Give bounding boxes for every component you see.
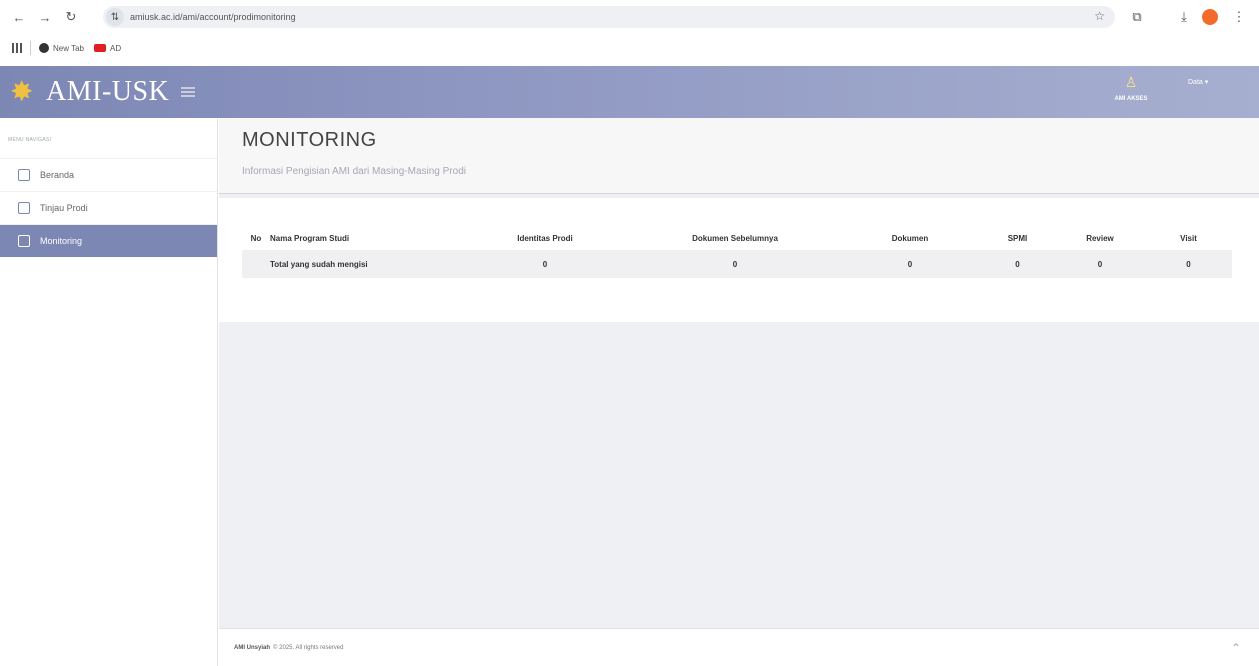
sidebar-item-label: Tinjau Prodi [40,203,88,213]
monitor-icon [18,235,30,247]
url-text[interactable]: amiusk.ac.id/ami/account/prodimonitoring [130,12,296,22]
user-access-button[interactable]: ♙ AMI AKSES [1106,74,1156,102]
table-cell: 0 [1055,250,1145,278]
bookmarks-bar: New Tab AD [0,34,1259,62]
table-cell: Total yang sudah mengisi [270,250,460,278]
monitoring-card: No Nama Program Studi Identitas Prodi Do… [219,198,1259,322]
profile-avatar[interactable] [1199,6,1221,28]
table-row: Total yang sudah mengisi 0 0 0 0 0 0 [242,250,1232,278]
bookmark-new-tab[interactable]: New Tab [39,43,84,53]
scroll-top-icon[interactable]: ⌃ [1231,641,1241,655]
table-cell: 0 [840,250,980,278]
sidebar-item-label: Monitoring [40,236,83,246]
table-cell [242,250,270,278]
browser-toolbar: ← → ↻ ⇅ amiusk.ac.id/ami/account/prodimo… [0,0,1259,34]
bookmark-label: New Tab [53,43,84,53]
table-cell: 0 [980,250,1055,278]
table-cell: 0 [460,250,630,278]
user-menu-label: Data [1188,79,1203,86]
user-access-label: AMI AKSES [1114,96,1148,102]
bookmark-label: AD [109,43,122,53]
download-icon[interactable]: ⤓ [1173,6,1195,28]
address-bar[interactable]: ⇅ amiusk.ac.id/ami/account/prodimonitori… [103,6,1115,28]
sidebar-toggle-icon[interactable] [181,87,196,97]
reload-icon[interactable]: ↻ [60,6,82,28]
main-content: MONITORING Informasi Pengisian AMI dari … [219,118,1259,628]
bookmark-ad[interactable]: AD [93,43,122,53]
column-header: Identitas Prodi [517,233,573,243]
apps-grid-icon[interactable] [12,43,22,53]
table-cell: 0 [630,250,840,278]
app-header: ✸ AMI-USK ♙ AMI AKSES Data ▾ [0,66,1259,118]
site-info-icon[interactable]: ⇅ [106,8,124,26]
user-menu-dropdown[interactable]: Data ▾ [1188,78,1208,86]
sidebar-item-tinjau-prodi[interactable]: Tinjau Prodi [0,191,217,224]
footer-copyright: © 2025. All rights reserved [273,644,344,651]
user-icon: ♙ [1124,74,1138,90]
sidebar-item-beranda[interactable]: Beranda [0,158,217,191]
table-cell: 0 [1145,250,1232,278]
column-header: Dokumen Sebelumnya [692,233,778,243]
sidebar-heading: MENU NAVIGASI [8,137,52,143]
back-icon[interactable]: ← [8,6,30,28]
page-header: MONITORING Informasi Pengisian AMI dari … [219,118,1259,194]
monitoring-table: No Nama Program Studi Identitas Prodi Do… [242,226,1232,278]
sidebar-item-label: Beranda [40,170,75,180]
table-header-row: No Nama Program Studi Identitas Prodi Do… [242,226,1232,250]
column-header: Dokumen [891,233,929,243]
column-header: SPMI [1007,233,1028,243]
youtube-icon [93,44,106,52]
home-icon [18,169,30,181]
star-logo-icon: ✸ [10,76,34,107]
page-title: MONITORING [242,129,377,151]
footer: AMI Unsyiah © 2025. All rights reserved … [219,628,1259,666]
bookmark-star-icon[interactable]: ☆ [1094,9,1105,23]
calendar-icon [18,202,30,214]
column-header: Review [1086,233,1114,243]
column-header: Nama Program Studi [270,233,350,243]
bookmark-separator [30,41,31,55]
extensions-icon[interactable]: ⧉ [1126,6,1148,28]
sidebar-item-monitoring[interactable]: Monitoring [0,224,217,257]
column-header: Visit [1180,233,1197,243]
sidebar: MENU NAVIGASI Beranda Tinjau Prodi Monit… [0,118,218,666]
app-name: AMI-USK [46,76,170,107]
browser-menu-icon[interactable]: ⋮ [1228,6,1250,28]
forward-icon[interactable]: → [34,6,56,28]
app-logo[interactable]: ✸ AMI-USK [10,76,196,108]
page-subtitle: Informasi Pengisian AMI dari Masing-Masi… [242,166,466,177]
footer-brand: AMI Unsyiah [234,644,271,651]
globe-icon [39,43,49,53]
column-header: No [250,233,262,243]
